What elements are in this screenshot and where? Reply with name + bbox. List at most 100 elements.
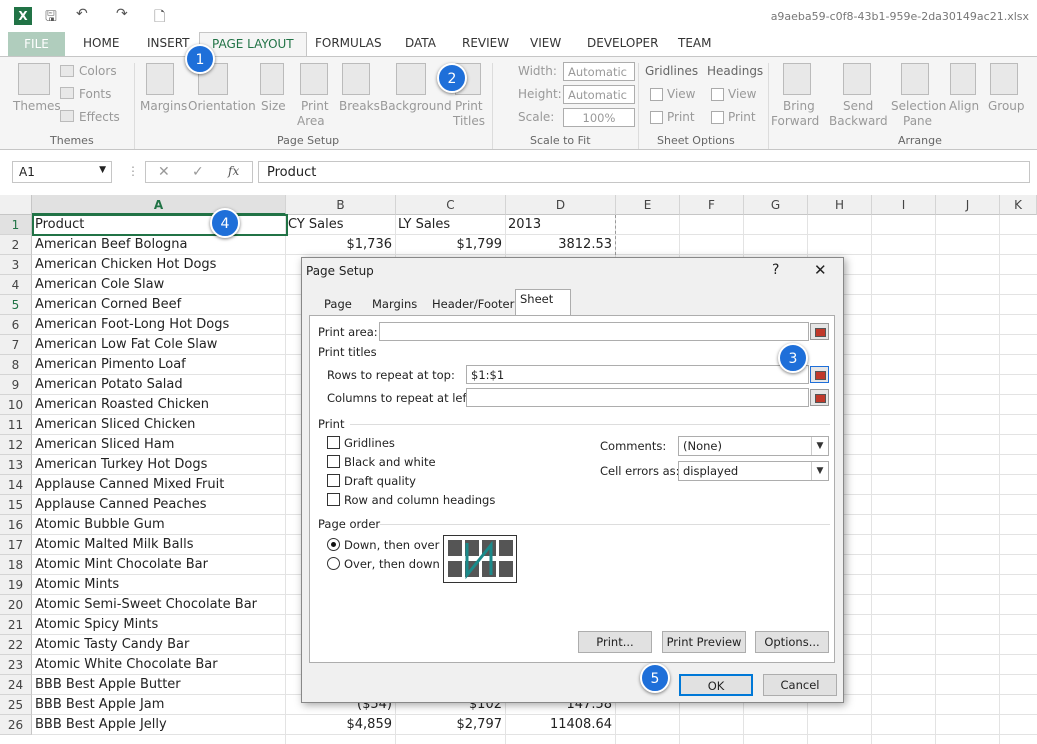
cell-a[interactable]: American Corned Beef: [35, 295, 285, 315]
cell-a[interactable]: Applause Canned Peaches: [35, 495, 285, 515]
headings-view-checkbox[interactable]: [711, 88, 724, 101]
cell-a[interactable]: Atomic Mint Chocolate Bar: [35, 555, 285, 575]
column-header[interactable]: C: [396, 195, 506, 215]
column-header[interactable]: K: [1000, 195, 1037, 215]
ok-button[interactable]: OK: [679, 674, 753, 696]
size-button[interactable]: Size: [261, 99, 286, 113]
gridlines-print-checkbox[interactable]: [650, 111, 663, 124]
bring-forward-button[interactable]: Bring: [783, 99, 815, 113]
undo-icon[interactable]: ↶: [76, 6, 88, 22]
tab-page[interactable]: Page: [316, 293, 360, 315]
fonts-button[interactable]: Fonts: [79, 87, 111, 101]
row-header[interactable]: 18: [0, 555, 32, 575]
down-then-over-radio[interactable]: [327, 538, 340, 551]
draft-quality-checkbox[interactable]: [327, 474, 340, 487]
gridlines-view-checkbox[interactable]: [650, 88, 663, 101]
tab-margins[interactable]: Margins: [364, 293, 425, 315]
cell-a[interactable]: American Pimento Loaf: [35, 355, 285, 375]
row-header[interactable]: 3: [0, 255, 32, 275]
tab-data[interactable]: DATA: [405, 36, 436, 50]
cell-a[interactable]: American Turkey Hot Dogs: [35, 455, 285, 475]
cell-a[interactable]: American Cole Slaw: [35, 275, 285, 295]
margins-button[interactable]: Margins: [140, 99, 187, 113]
cell-a[interactable]: BBB Best Apple Butter: [35, 675, 285, 695]
options-button[interactable]: Options...: [755, 631, 829, 653]
print-titles-button[interactable]: Print: [455, 99, 483, 113]
formula-input[interactable]: Product: [258, 161, 1030, 183]
cell-a[interactable]: American Potato Salad: [35, 375, 285, 395]
cell-c[interactable]: $2,797: [398, 715, 503, 735]
row-header[interactable]: 6: [0, 315, 32, 335]
row-header[interactable]: 1: [0, 215, 32, 235]
column-header[interactable]: B: [286, 195, 396, 215]
new-doc-icon[interactable]: 🗋: [154, 6, 165, 30]
row-header[interactable]: 11: [0, 415, 32, 435]
cell-a[interactable]: Atomic Mints: [35, 575, 285, 595]
cell-a[interactable]: BBB Best Apple Jam: [35, 695, 285, 715]
enter-icon[interactable]: ✓: [192, 164, 204, 180]
cell-c[interactable]: LY Sales: [398, 215, 502, 235]
cell-d[interactable]: 2013: [508, 215, 612, 235]
themes-button[interactable]: Themes: [13, 99, 61, 113]
headings-print-checkbox[interactable]: [711, 111, 724, 124]
cell-a[interactable]: American Low Fat Cole Slaw: [35, 335, 285, 355]
group-button[interactable]: Group: [988, 99, 1025, 113]
save-icon[interactable]: 🖫: [45, 6, 57, 30]
column-header[interactable]: H: [808, 195, 872, 215]
rows-repeat-input[interactable]: $1:$1: [466, 365, 809, 384]
cell-a[interactable]: American Foot-Long Hot Dogs: [35, 315, 285, 335]
cell-a[interactable]: American Chicken Hot Dogs: [35, 255, 285, 275]
row-header[interactable]: 17: [0, 535, 32, 555]
row-header[interactable]: 19: [0, 575, 32, 595]
row-header[interactable]: 9: [0, 375, 32, 395]
cell-a[interactable]: American Sliced Ham: [35, 435, 285, 455]
tab-team[interactable]: TEAM: [678, 36, 711, 50]
help-button[interactable]: ?: [772, 262, 779, 278]
scale-input[interactable]: 100%: [563, 108, 635, 127]
row-header[interactable]: 2: [0, 235, 32, 255]
cancel-button[interactable]: Cancel: [763, 674, 837, 696]
row-header[interactable]: 21: [0, 615, 32, 635]
cell-a[interactable]: American Roasted Chicken: [35, 395, 285, 415]
cell-d[interactable]: 3812.53: [508, 235, 612, 255]
gridlines-checkbox[interactable]: [327, 436, 340, 449]
tab-sheet[interactable]: Sheet: [515, 289, 571, 316]
tab-file[interactable]: FILE: [8, 32, 65, 56]
tab-review[interactable]: REVIEW: [462, 36, 509, 50]
cell-a[interactable]: American Beef Bologna: [35, 235, 285, 255]
cell-a[interactable]: BBB Best Apple Jelly: [35, 715, 285, 735]
column-header[interactable]: J: [936, 195, 1000, 215]
column-header[interactable]: A: [32, 195, 286, 215]
row-header[interactable]: 10: [0, 395, 32, 415]
column-header[interactable]: I: [872, 195, 936, 215]
tab-developer[interactable]: DEVELOPER: [587, 36, 658, 50]
column-header[interactable]: F: [680, 195, 744, 215]
tab-formulas[interactable]: FORMULAS: [315, 36, 382, 50]
print-button[interactable]: Print...: [578, 631, 652, 653]
black-white-checkbox[interactable]: [327, 455, 340, 468]
row-header[interactable]: 22: [0, 635, 32, 655]
collapse-dialog-icon[interactable]: [810, 323, 829, 340]
cols-repeat-input[interactable]: [466, 388, 809, 407]
cell-a[interactable]: American Sliced Chicken: [35, 415, 285, 435]
name-box[interactable]: A1 ▼: [12, 161, 112, 183]
row-header[interactable]: 13: [0, 455, 32, 475]
row-header[interactable]: 5: [0, 295, 32, 315]
height-select[interactable]: Automatic: [563, 85, 635, 104]
cell-d[interactable]: 11408.64: [508, 715, 612, 735]
row-header[interactable]: 7: [0, 335, 32, 355]
close-button[interactable]: ✕: [814, 261, 827, 279]
cell-a[interactable]: Atomic Semi-Sweet Chocolate Bar: [35, 595, 285, 615]
column-header[interactable]: E: [616, 195, 680, 215]
cell-a[interactable]: Atomic White Chocolate Bar: [35, 655, 285, 675]
background-button[interactable]: Background: [380, 99, 452, 113]
send-backward-button[interactable]: Send: [843, 99, 873, 113]
colors-button[interactable]: Colors: [79, 64, 117, 78]
select-all-corner[interactable]: [0, 195, 32, 215]
cell-b[interactable]: CY Sales: [288, 215, 392, 235]
row-header[interactable]: 24: [0, 675, 32, 695]
row-header[interactable]: 4: [0, 275, 32, 295]
cell-a[interactable]: Applause Canned Mixed Fruit: [35, 475, 285, 495]
width-select[interactable]: Automatic: [563, 62, 635, 81]
column-header[interactable]: D: [506, 195, 616, 215]
